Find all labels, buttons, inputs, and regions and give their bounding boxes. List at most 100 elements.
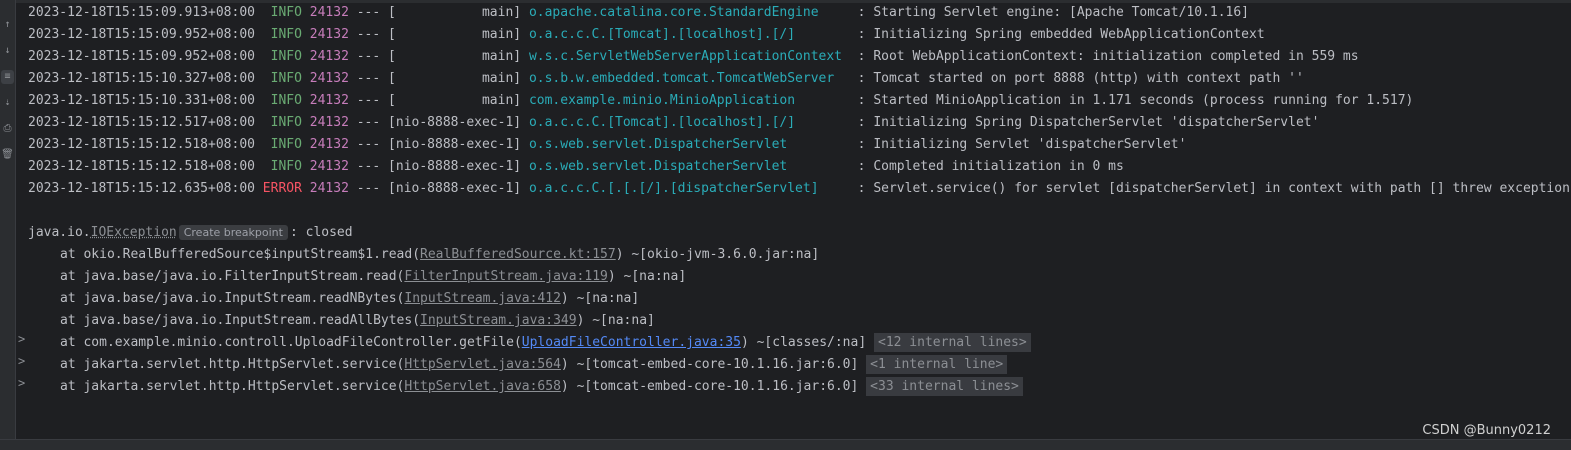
frame-jar: ) ~[tomcat-embed-core-10.1.16.jar:6.0]	[560, 357, 859, 372]
source-link[interactable]: HttpServlet.java:564	[404, 357, 561, 372]
log-timestamp: 2023-12-18T15:15:12.635+08:00	[28, 181, 255, 196]
log-message: : Tomcat started on port 8888 (http) wit…	[857, 71, 1304, 86]
stack-frame: at jakarta.servlet.http.HttpServlet.serv…	[28, 376, 1571, 398]
exception-package: java.io.	[28, 225, 91, 240]
arrow-up-icon[interactable]: ↑	[1, 18, 14, 32]
log-pid: 24132	[309, 27, 349, 42]
log-separator: ---	[348, 159, 389, 174]
scroll-to-end-icon[interactable]: ⇣	[1, 96, 14, 110]
chevron-right-icon[interactable]: >	[18, 332, 25, 346]
frame-jar: ) ~[na:na]	[576, 313, 655, 328]
log-pid: 24132	[309, 71, 349, 86]
log-logger: o.s.b.w.embedded.tomcat.TomcatWebServer	[528, 71, 850, 86]
exception-line: java.io.IOException Create breakpoint: cl…	[28, 222, 1571, 244]
soft-wrap-icon[interactable]: ≡	[1, 70, 14, 84]
log-level: INFO	[270, 159, 302, 174]
stack-frame: at java.base/java.io.FilterInputStream.r…	[28, 266, 1571, 288]
log-message: : Initializing Spring embedded WebApplic…	[857, 27, 1265, 42]
frame-method: at java.base/java.io.InputStream.readAll…	[60, 313, 421, 328]
frame-jar: ) ~[tomcat-embed-core-10.1.16.jar:6.0]	[560, 379, 859, 394]
log-thread: [nio-8888-exec-1]	[388, 137, 522, 152]
log-pid: 24132	[309, 181, 349, 196]
log-thread: [ main]	[388, 27, 522, 42]
source-link[interactable]: InputStream.java:349	[420, 313, 577, 328]
log-timestamp: 2023-12-18T15:15:10.327+08:00	[28, 71, 255, 86]
source-link[interactable]: FilterInputStream.java:119	[404, 269, 608, 284]
log-thread: [nio-8888-exec-1]	[388, 115, 522, 130]
arrow-down-icon[interactable]: ↓	[1, 44, 14, 58]
log-line: 2023-12-18T15:15:12.635+08:00 ERROR 24132…	[28, 178, 1571, 200]
log-message: : Completed initialization in 0 ms	[857, 159, 1124, 174]
log-timestamp: 2023-12-18T15:15:09.952+08:00	[28, 49, 255, 64]
source-link[interactable]: InputStream.java:412	[404, 291, 561, 306]
log-line: 2023-12-18T15:15:12.518+08:00 INFO 24132 …	[28, 156, 1571, 178]
log-level: INFO	[270, 27, 302, 42]
frame-jar: ) ~[okio-jvm-3.6.0.jar:na]	[615, 247, 820, 262]
console-toolbar: ↑ ↓ ≡ ⇣ ⎙ 🗑	[0, 0, 16, 440]
log-separator: ---	[348, 5, 389, 20]
log-pid: 24132	[309, 115, 349, 130]
log-timestamp: 2023-12-18T15:15:12.517+08:00	[28, 115, 255, 130]
log-line: 2023-12-18T15:15:12.518+08:00 INFO 24132 …	[28, 134, 1571, 156]
log-line: 2023-12-18T15:15:10.327+08:00 INFO 24132 …	[28, 68, 1571, 90]
log-message: : Initializing Spring DispatcherServlet …	[857, 115, 1320, 130]
log-separator: ---	[348, 181, 389, 196]
log-thread: [nio-8888-exec-1]	[388, 181, 522, 196]
log-level: INFO	[270, 93, 302, 108]
exception-message: : closed	[289, 225, 353, 240]
log-level: ERROR	[262, 181, 302, 196]
exception-class-link[interactable]: IOException	[91, 225, 177, 240]
log-logger: o.a.c.c.C.[Tomcat].[localhost].[/]	[528, 27, 850, 42]
source-link[interactable]: HttpServlet.java:658	[404, 379, 561, 394]
log-logger: o.s.web.servlet.DispatcherServlet	[528, 159, 850, 174]
frame-method: at java.base/java.io.FilterInputStream.r…	[60, 269, 405, 284]
internal-lines-fold[interactable]: <1 internal line>	[866, 355, 1008, 374]
log-separator: ---	[348, 27, 389, 42]
log-pid: 24132	[309, 49, 349, 64]
chevron-right-icon[interactable]: >	[18, 354, 25, 368]
frame-jar: ) ~[classes/:na]	[740, 335, 867, 350]
console-output[interactable]: 2023-12-18T15:15:09.913+08:00 INFO 24132 …	[28, 2, 1571, 398]
log-level: INFO	[270, 5, 302, 20]
log-timestamp: 2023-12-18T15:15:12.518+08:00	[28, 159, 255, 174]
log-separator: ---	[348, 137, 389, 152]
create-breakpoint-button[interactable]: Create breakpoint	[178, 225, 288, 240]
log-thread: [nio-8888-exec-1]	[388, 159, 522, 174]
log-thread: [ main]	[388, 5, 522, 20]
trash-icon[interactable]: 🗑	[1, 148, 14, 162]
log-timestamp: 2023-12-18T15:15:10.331+08:00	[28, 93, 255, 108]
log-logger: com.example.minio.MinioApplication	[528, 93, 850, 108]
log-line: 2023-12-18T15:15:10.331+08:00 INFO 24132 …	[28, 90, 1571, 112]
status-strip	[0, 439, 1571, 450]
log-timestamp: 2023-12-18T15:15:09.913+08:00	[28, 5, 255, 20]
chevron-right-icon[interactable]: >	[18, 376, 25, 390]
log-thread: [ main]	[388, 93, 522, 108]
log-message: : Servlet.service() for servlet [dispatc…	[857, 181, 1570, 196]
log-message: : Started MinioApplication in 1.171 seco…	[857, 93, 1414, 108]
internal-lines-fold[interactable]: <12 internal lines>	[874, 333, 1031, 352]
stack-frame: at okio.RealBufferedSource$inputStream$1…	[28, 244, 1571, 266]
frame-jar: ) ~[na:na]	[607, 269, 687, 284]
internal-lines-fold[interactable]: <33 internal lines>	[866, 377, 1023, 396]
source-link[interactable]: RealBufferedSource.kt:157	[420, 247, 616, 262]
log-message: : Root WebApplicationContext: initializa…	[857, 49, 1359, 64]
stack-frame: at com.example.minio.controll.UploadFile…	[28, 332, 1571, 354]
log-line: 2023-12-18T15:15:09.952+08:00 INFO 24132 …	[28, 46, 1571, 68]
log-line: 2023-12-18T15:15:09.913+08:00 INFO 24132 …	[28, 2, 1571, 24]
log-level: INFO	[270, 49, 302, 64]
frame-method: at java.base/java.io.InputStream.readNBy…	[60, 291, 405, 306]
watermark: CSDN @Bunny0212	[1422, 423, 1551, 438]
source-link[interactable]: UploadFileController.java:35	[522, 335, 741, 350]
log-thread: [ main]	[388, 49, 522, 64]
print-icon[interactable]: ⎙	[1, 122, 14, 136]
log-level: INFO	[270, 137, 302, 152]
log-timestamp: 2023-12-18T15:15:12.518+08:00	[28, 137, 255, 152]
log-separator: ---	[348, 115, 389, 130]
log-separator: ---	[348, 93, 389, 108]
log-logger: o.apache.catalina.core.StandardEngine	[528, 5, 850, 20]
stack-frame: at jakarta.servlet.http.HttpServlet.serv…	[28, 354, 1571, 376]
log-pid: 24132	[309, 159, 349, 174]
log-timestamp: 2023-12-18T15:15:09.952+08:00	[28, 27, 255, 42]
frame-method: at jakarta.servlet.http.HttpServlet.serv…	[60, 379, 405, 394]
